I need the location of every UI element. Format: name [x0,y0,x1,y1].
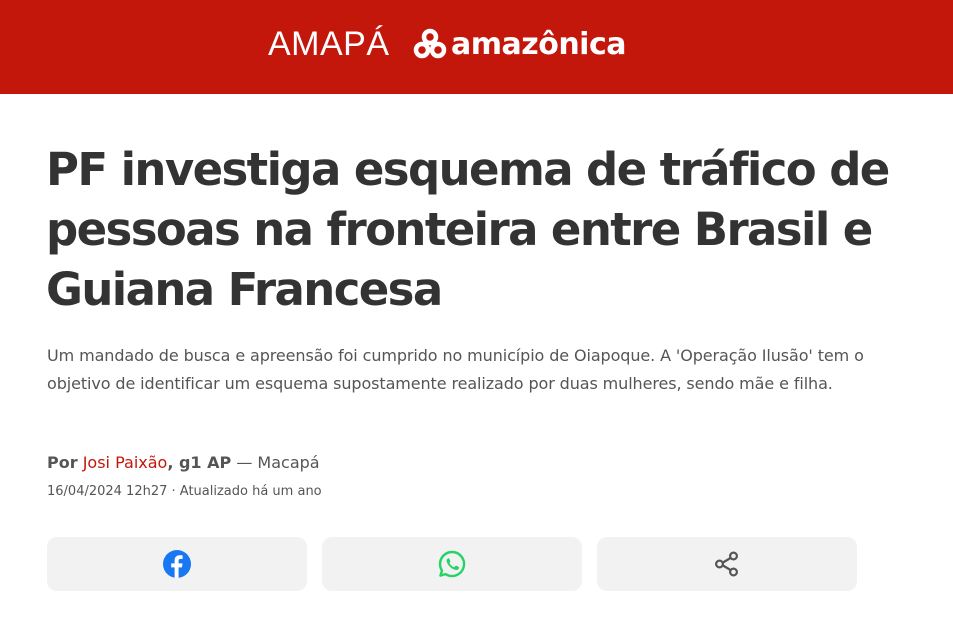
brand-logo-link[interactable]: amazônica [413,27,627,62]
rede-amazonica-logo-icon [413,28,447,62]
site-header: AMAPÁ amazônica [0,0,953,94]
byline-prefix: Por [47,453,78,472]
author-link[interactable]: Josi Paixão [83,453,168,472]
whatsapp-icon [437,549,467,579]
share-bar [47,537,857,591]
article-dateline: 16/04/2024 12h27 · Atualizado há um ano [47,484,322,499]
share-whatsapp-button[interactable] [322,537,582,591]
share-icon [713,550,741,578]
article-title: PF investiga esquema de tráfico de pesso… [46,143,890,316]
share-facebook-button[interactable] [47,537,307,591]
byline-location: — Macapá [231,453,320,472]
share-more-button[interactable] [597,537,857,591]
article-byline: Por Josi Paixão, g1 AP — Macapá [47,453,320,472]
byline-outlet: , g1 AP [167,453,232,472]
brand-name: amazônica [451,27,627,62]
facebook-icon [163,550,191,578]
article-subtitle: Um mandado de busca e apreensão foi cump… [47,346,864,393]
region-label[interactable]: AMAPÁ [268,25,390,64]
